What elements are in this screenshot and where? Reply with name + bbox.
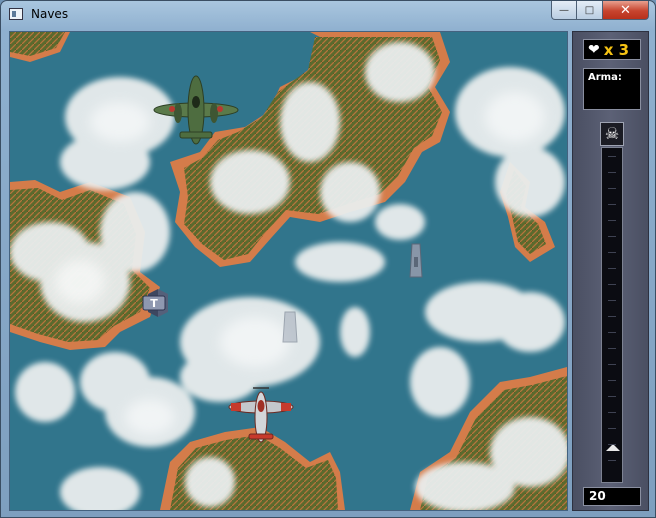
progress-tick <box>608 204 616 205</box>
skull-icon: ☠ <box>600 122 624 146</box>
progress-tick <box>608 460 616 461</box>
progress-tick <box>608 172 616 173</box>
level-progress-track <box>601 147 623 483</box>
progress-tick <box>608 284 616 285</box>
window-title: Naves <box>31 7 69 21</box>
progress-tick <box>608 268 616 269</box>
pickup-letter: T <box>150 297 158 310</box>
progress-tick <box>608 396 616 397</box>
hud-panel: ❤ x 3 Arma: ☠ 20 <box>572 31 649 511</box>
progress-tick <box>608 412 616 413</box>
progress-tick <box>608 220 616 221</box>
map-view: T <box>10 32 567 510</box>
maximize-icon: □ <box>584 4 595 16</box>
maximize-button[interactable]: □ <box>577 1 603 20</box>
game-canvas[interactable]: T <box>9 31 568 511</box>
progress-marker <box>606 444 620 452</box>
progress-tick <box>608 364 616 365</box>
progress-tick <box>608 332 616 333</box>
progress-tick <box>608 380 616 381</box>
progress-tick <box>608 428 616 429</box>
title-bar[interactable]: Naves — □ ✕ <box>1 1 655 29</box>
score-display: 20 <box>583 487 641 506</box>
progress-tick <box>608 300 616 301</box>
boat <box>282 311 298 343</box>
weapon-display: Arma: <box>583 68 641 110</box>
game-window: Naves — □ ✕ T ❤ x 3 Arma: ☠ 20 <box>0 0 656 518</box>
lives-display: ❤ x 3 <box>583 39 641 60</box>
weapon-label: Arma: <box>588 72 622 83</box>
boat <box>409 243 423 278</box>
progress-tick <box>608 252 616 253</box>
progress-tick <box>608 156 616 157</box>
minimize-button[interactable]: — <box>551 1 577 20</box>
progress-tick <box>608 316 616 317</box>
progress-tick <box>608 236 616 237</box>
progress-tick <box>608 348 616 349</box>
app-icon <box>9 8 23 20</box>
lives-count: x 3 <box>603 40 630 59</box>
close-button[interactable]: ✕ <box>603 1 649 20</box>
progress-tick <box>608 444 616 445</box>
heart-icon: ❤ <box>588 41 600 58</box>
progress-tick <box>608 188 616 189</box>
close-icon: ✕ <box>620 2 631 18</box>
minimize-icon: — <box>559 4 569 16</box>
